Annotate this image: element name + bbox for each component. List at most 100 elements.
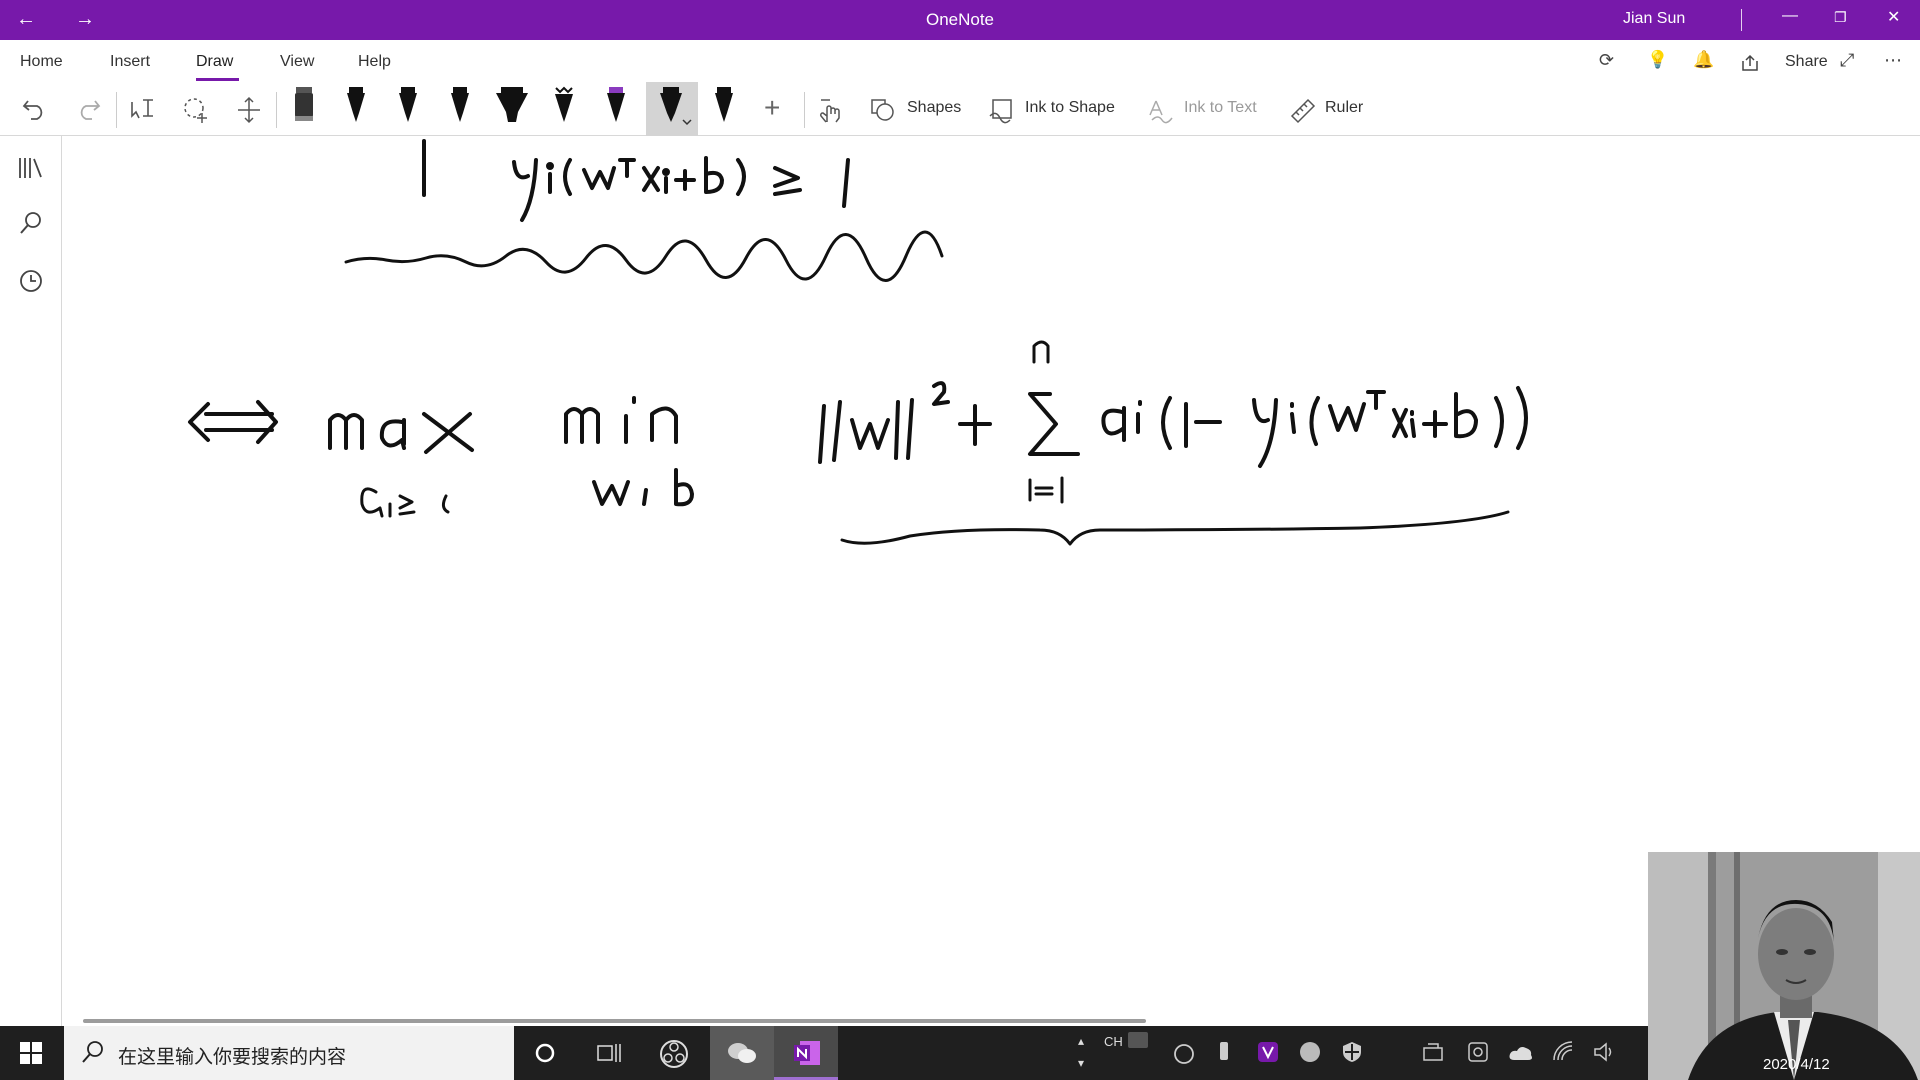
webcam-overlay [1648,852,1920,1080]
ink-constraint-line [422,139,850,222]
ruler-icon [1290,98,1316,124]
onedrive-icon[interactable] [1508,1044,1534,1062]
type-select-icon[interactable] [129,96,157,122]
start-button[interactable] [20,1042,42,1064]
ink-alpha-term [1101,396,1172,450]
wifi-icon[interactable] [1552,1040,1576,1064]
taskbar-search[interactable]: 在这里输入你要搜索的内容 [64,1026,514,1080]
app-tray-icon[interactable] [1298,1040,1322,1064]
sync-icon[interactable]: ⟳ [1599,50,1614,71]
ink-yi-term [1252,396,1320,468]
tab-view[interactable]: View [280,53,314,71]
pen-black-3[interactable] [440,82,480,136]
user-name[interactable]: Jian Sun [1623,10,1685,28]
ink-plus [958,404,992,446]
ime-icon[interactable] [1128,1032,1148,1048]
ink-brace [840,510,1510,546]
tab-help[interactable]: Help [358,53,391,71]
undo-icon[interactable] [22,97,48,121]
onenote-app[interactable] [774,1026,838,1080]
cloud-sync-icon[interactable] [1466,1040,1490,1064]
add-space-icon[interactable] [236,96,262,124]
ink-sum-lower-i1 [1028,476,1064,504]
ink-norm-w [818,381,950,464]
share-icon[interactable] [1740,53,1760,73]
pen-black-2[interactable] [388,82,428,136]
wechat-icon [728,1043,756,1063]
minimize-icon[interactable]: — [1782,7,1798,25]
cortana-icon[interactable] [534,1042,556,1064]
horizontal-scrollbar[interactable] [83,1019,1146,1023]
redo-icon[interactable] [75,97,101,121]
notebooks-icon[interactable] [18,156,44,180]
onenote-icon [794,1041,820,1065]
title-divider [1741,9,1742,31]
highlighter-black[interactable] [492,82,532,136]
usb-device-icon[interactable] [1216,1040,1232,1066]
task-view-icon[interactable] [596,1042,622,1064]
input-language-indicator[interactable]: CH [1104,1034,1123,1049]
title-bar: ← → OneNote Jian Sun — ❐ ✕ [0,0,1920,40]
toolbar-divider [276,92,277,128]
tab-insert[interactable]: Insert [110,53,150,71]
touch-draw-icon[interactable] [818,96,844,124]
ink-sigma [1028,392,1080,456]
ink-wavy-underline [344,230,944,282]
lasso-select-icon[interactable] [182,96,210,124]
toolbar-divider [116,92,117,128]
ink-sum-upper-n [1032,340,1050,364]
ink-to-shape-button[interactable]: Ink to Shape [1025,99,1115,117]
ribbon-tabs: Home Insert Draw View Help ⟳ 💡 🔔 Share ⤢… [0,40,1920,82]
draw-toolbar: + Shapes Ink to Shape Ink to Text Ruler [0,82,1920,136]
tray-up-arrow[interactable]: ▴ [1078,1034,1084,1048]
eraser-tool[interactable] [284,82,324,136]
close-icon[interactable]: ✕ [1887,7,1900,27]
lightbulb-icon[interactable]: 💡 [1647,50,1668,70]
obs-icon[interactable] [658,1038,690,1070]
ruler-button[interactable]: Ruler [1325,99,1363,117]
recent-notes-icon[interactable] [18,268,44,294]
wechat-app[interactable] [710,1026,774,1080]
fullscreen-icon[interactable]: ⤢ [1840,50,1854,71]
toolbar-divider [804,92,805,128]
search-icon [82,1041,103,1063]
share-button[interactable]: Share [1785,53,1828,71]
restore-icon[interactable]: ❐ [1834,9,1847,26]
pen-black-selected[interactable] [646,82,698,136]
search-placeholder: 在这里输入你要搜索的内容 [118,1047,347,1068]
ink-closing-parens [1494,386,1528,450]
taskbar-date[interactable]: 2020/4/12 [1763,1056,1830,1073]
windows-taskbar: 在这里输入你要搜索的内容 ▴ ▾ CH [0,1026,1648,1080]
shapes-button[interactable]: Shapes [907,99,961,117]
ink-ai-geq-0 [360,487,450,518]
vpn-icon[interactable] [1256,1040,1280,1064]
ink-equivalence-arrow [188,400,278,444]
ink-xi-plus-b [1392,392,1478,439]
tab-draw[interactable]: Draw [196,53,233,71]
tray-down-arrow[interactable]: ▾ [1078,1056,1084,1070]
ink-w-b [592,468,694,507]
ink-to-text-icon [1149,100,1173,124]
shapes-icon [871,99,894,121]
ink-min [564,396,678,444]
pen-black-4[interactable] [704,82,744,136]
search-icon[interactable] [18,210,44,236]
security-shield-icon[interactable] [1340,1040,1364,1064]
ink-max [328,412,474,454]
volume-icon[interactable] [1592,1040,1616,1064]
obs-tray-icon[interactable] [1172,1042,1196,1066]
note-canvas[interactable] [63,137,1920,1025]
active-tab-indicator [196,78,239,81]
navigation-rail [0,136,62,1026]
pen-black-1[interactable] [336,82,376,136]
ink-to-text-button[interactable]: Ink to Text [1184,99,1257,117]
pen-galaxy[interactable] [544,82,584,136]
more-options-icon[interactable]: ⋯ [1884,50,1902,71]
bell-icon[interactable]: 🔔 [1693,50,1714,70]
ink-wt-term [1328,390,1386,432]
tab-home[interactable]: Home [20,53,63,71]
network-device-icon[interactable] [1422,1042,1446,1064]
pen-purple[interactable] [596,82,636,136]
ink-one-minus [1184,402,1222,448]
add-pen-icon[interactable]: + [764,92,780,124]
